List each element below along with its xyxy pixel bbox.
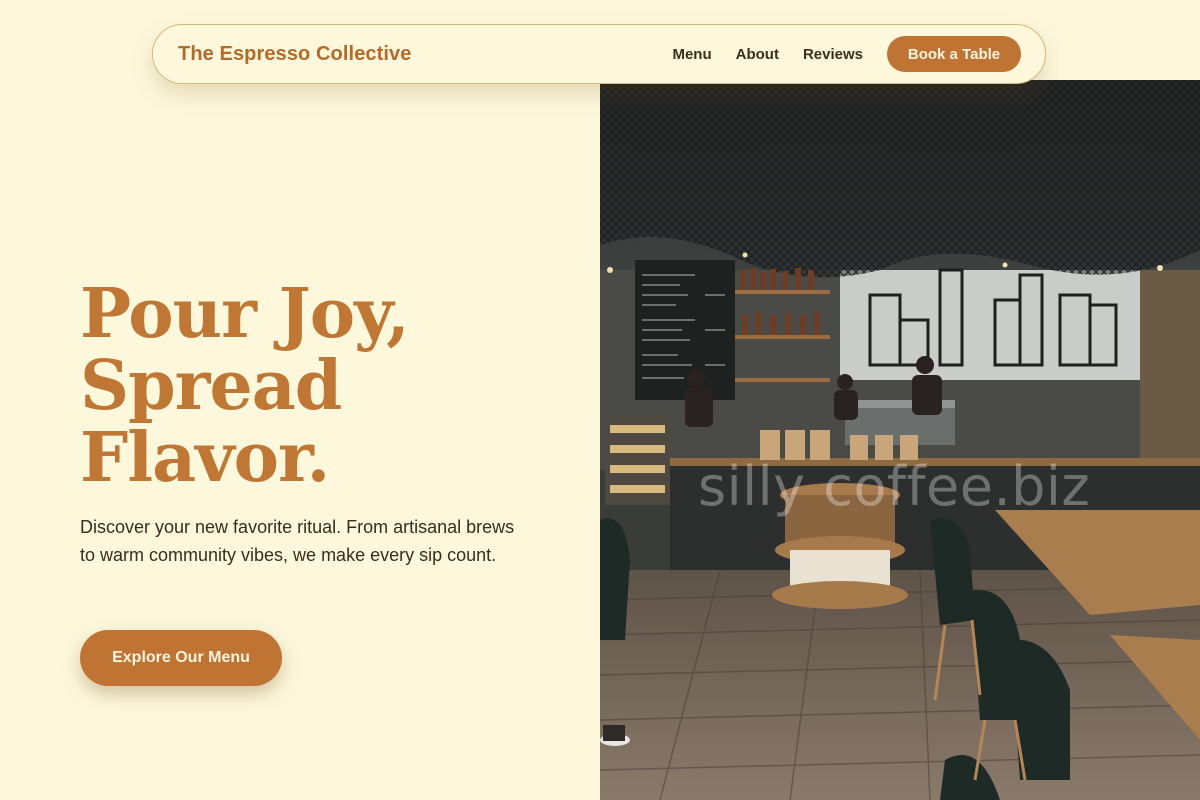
book-table-button[interactable]: Book a Table <box>887 36 1021 72</box>
top-navbar: The Espresso Collective Menu About Revie… <box>152 24 1046 84</box>
nav-link-reviews[interactable]: Reviews <box>803 46 863 63</box>
hero-title-line-3: Flavor. <box>80 418 330 498</box>
explore-menu-button[interactable]: Explore Our Menu <box>80 630 282 686</box>
hero-title: Pour Joy, Spread Flavor. <box>80 274 410 498</box>
brand-logo-text[interactable]: The Espresso Collective <box>178 43 412 66</box>
hero-subtitle: Discover your new favorite ritual. From … <box>80 517 515 565</box>
nav-link-menu[interactable]: Menu <box>672 46 711 63</box>
nav-links: Menu About Reviews Book a Table <box>672 36 1021 72</box>
hero-title-line-1: Pour Joy, <box>80 274 410 354</box>
cafe-interior-photo <box>600 80 1200 800</box>
image-watermark-text: silly coffee.biz <box>698 455 1091 518</box>
nav-link-about[interactable]: About <box>736 46 779 63</box>
hero-title-line-2: Spread <box>80 346 342 426</box>
